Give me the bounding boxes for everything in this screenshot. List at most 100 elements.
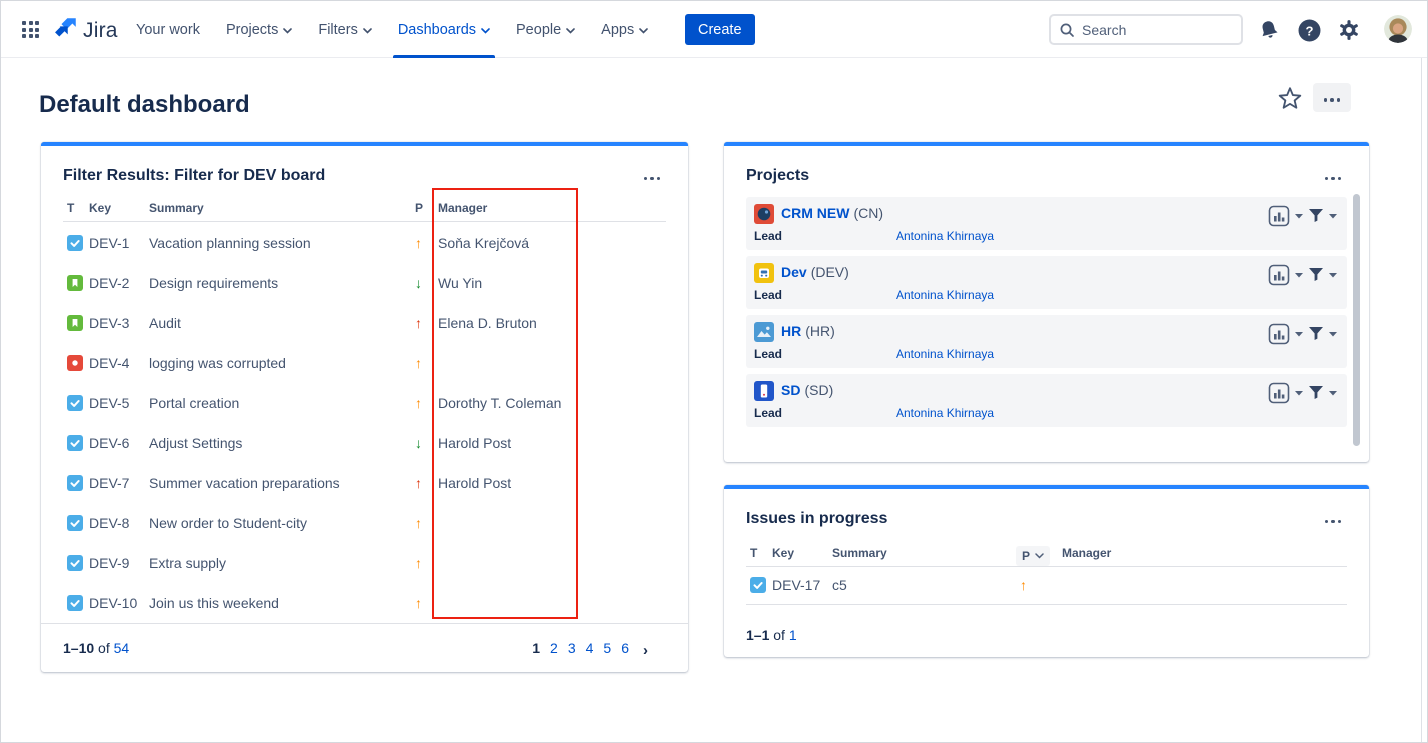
nav-projects[interactable]: Projects	[213, 1, 305, 58]
issue-row[interactable]: DEV-10 Join us this weekend ↑	[41, 583, 688, 623]
dashboard-more-button[interactable]	[1313, 83, 1351, 112]
search-input[interactable]	[1082, 22, 1222, 38]
col-priority[interactable]: P	[415, 201, 423, 215]
pagination-bar: 1–10 of 54 1 2 3 4 5 6 ›	[41, 623, 688, 672]
gadget-title: Projects	[746, 167, 809, 185]
gadget-title: Filter Results: Filter for DEV board	[63, 167, 325, 185]
chart-dropdown-caret-icon[interactable]	[1295, 391, 1303, 396]
issue-summary: Audit	[149, 303, 181, 343]
chart-button[interactable]	[1268, 382, 1290, 404]
filter-dropdown-caret-icon[interactable]	[1329, 332, 1337, 337]
filter-funnel-icon[interactable]	[1308, 327, 1324, 341]
table-header: T Key Summary P Manager	[41, 199, 688, 221]
project-name-link[interactable]: HR	[781, 323, 801, 339]
nav-people[interactable]: People	[503, 1, 588, 58]
project-row: Dev(DEV) Lead Antonina Khirnaya	[746, 256, 1347, 309]
app-title: Jira	[83, 19, 118, 43]
page-3[interactable]: 3	[568, 640, 576, 656]
filter-funnel-icon[interactable]	[1308, 209, 1324, 223]
page-6[interactable]: 6	[621, 640, 629, 656]
chevron-down-icon	[283, 28, 292, 34]
page-2[interactable]: 2	[550, 640, 558, 656]
create-button[interactable]: Create	[685, 14, 755, 45]
issue-row[interactable]: DEV-17 c5 ↑	[724, 566, 1369, 604]
chart-button[interactable]	[1268, 205, 1290, 227]
chart-dropdown-caret-icon[interactable]	[1295, 273, 1303, 278]
priority-up-icon: ↑	[415, 303, 422, 343]
issue-row[interactable]: DEV-2 Design requirements ↓ Wu Yin	[41, 263, 688, 303]
browser-scrollbar-track[interactable]	[1421, 58, 1422, 742]
filter-dropdown-caret-icon[interactable]	[1329, 273, 1337, 278]
total-count-link[interactable]: 1	[789, 627, 797, 643]
col-type[interactable]: T	[67, 201, 74, 215]
issue-key: DEV-8	[89, 503, 129, 543]
col-priority-sorted[interactable]: P	[1016, 546, 1050, 566]
priority-up-icon: ↑	[415, 543, 422, 583]
nav-your-work[interactable]: Your work	[123, 1, 213, 58]
gadget-more-icon[interactable]	[1319, 508, 1347, 530]
issue-row[interactable]: DEV-8 New order to Student-city ↑	[41, 503, 688, 543]
favorite-star-icon[interactable]	[1277, 86, 1303, 112]
result-range: 1–10 of 54	[63, 640, 129, 656]
project-list: CRM NEW(CN) Lead Antonina Khirnaya Dev(D…	[746, 197, 1347, 433]
col-type[interactable]: T	[750, 546, 757, 560]
lead-link[interactable]: Antonina Khirnaya	[896, 406, 994, 420]
issue-table-body: DEV-1 Vacation planning session ↑ Soňa K…	[41, 223, 688, 623]
nav-apps[interactable]: Apps	[588, 1, 661, 58]
issue-row[interactable]: DEV-7 Summer vacation preparations ↑ Har…	[41, 463, 688, 503]
issue-key: DEV-6	[89, 423, 129, 463]
nav-filters[interactable]: Filters	[305, 1, 384, 58]
project-key: (HR)	[805, 323, 835, 339]
user-avatar[interactable]	[1384, 15, 1412, 43]
filter-dropdown-caret-icon[interactable]	[1329, 214, 1337, 219]
gadget-more-icon[interactable]	[1319, 165, 1347, 187]
lead-link[interactable]: Antonina Khirnaya	[896, 347, 994, 361]
task-icon	[67, 395, 83, 411]
issue-row[interactable]: DEV-9 Extra supply ↑	[41, 543, 688, 583]
chart-button[interactable]	[1268, 323, 1290, 345]
page-4[interactable]: 4	[586, 640, 594, 656]
help-icon[interactable]: ?	[1297, 18, 1321, 42]
col-key[interactable]: Key	[89, 201, 111, 215]
lead-link[interactable]: Antonina Khirnaya	[896, 229, 994, 243]
story-icon	[67, 315, 83, 331]
issues-in-progress-gadget: Issues in progress T Key Summary P Manag…	[724, 485, 1369, 657]
issue-row[interactable]: DEV-5 Portal creation ↑ Dorothy T. Colem…	[41, 383, 688, 423]
col-summary[interactable]: Summary	[149, 201, 204, 215]
lead-link[interactable]: Antonina Khirnaya	[896, 288, 994, 302]
notifications-bell-icon[interactable]	[1257, 18, 1281, 42]
col-key[interactable]: Key	[772, 546, 794, 560]
col-summary[interactable]: Summary	[832, 546, 887, 560]
col-manager[interactable]: Manager	[438, 201, 487, 215]
filter-funnel-icon[interactable]	[1308, 386, 1324, 400]
issue-key: DEV-4	[89, 343, 129, 383]
page-1[interactable]: 1	[532, 640, 540, 656]
issue-row[interactable]: DEV-1 Vacation planning session ↑ Soňa K…	[41, 223, 688, 263]
filter-funnel-icon[interactable]	[1308, 268, 1324, 282]
priority-up-icon: ↑	[415, 463, 422, 503]
chart-dropdown-caret-icon[interactable]	[1295, 332, 1303, 337]
chart-button[interactable]	[1268, 264, 1290, 286]
projects-gadget: Projects CRM NEW(CN) Lead Antonina Khirn…	[724, 142, 1369, 462]
settings-gear-icon[interactable]	[1337, 18, 1361, 42]
jira-logo[interactable]: Jira	[53, 15, 118, 46]
chart-dropdown-caret-icon[interactable]	[1295, 214, 1303, 219]
issue-row[interactable]: DEV-6 Adjust Settings ↓ Harold Post	[41, 423, 688, 463]
app-switcher-icon[interactable]	[19, 18, 43, 42]
total-count-link[interactable]: 54	[114, 640, 130, 656]
next-page-icon[interactable]: ›	[643, 642, 648, 659]
project-name-link[interactable]: CRM NEW	[781, 205, 849, 221]
search-box[interactable]	[1049, 14, 1243, 45]
issue-manager: Wu Yin	[438, 263, 482, 303]
gadget-more-icon[interactable]	[638, 165, 666, 187]
filter-dropdown-caret-icon[interactable]	[1329, 391, 1337, 396]
issue-row[interactable]: DEV-4 logging was corrupted ↑	[41, 343, 688, 383]
nav-dashboards[interactable]: Dashboards	[385, 1, 503, 58]
issue-row[interactable]: DEV-3 Audit ↑ Elena D. Bruton	[41, 303, 688, 343]
project-name-link[interactable]: SD	[781, 382, 800, 398]
task-icon	[67, 595, 83, 611]
page-5[interactable]: 5	[603, 640, 611, 656]
project-name-link[interactable]: Dev	[781, 264, 807, 280]
scrollbar-thumb[interactable]	[1353, 194, 1360, 446]
col-manager[interactable]: Manager	[1062, 546, 1111, 560]
